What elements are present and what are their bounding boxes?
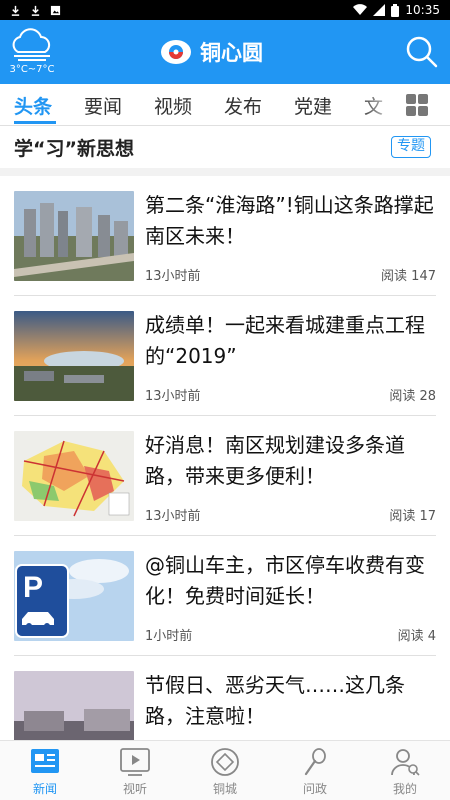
news-read-count: 阅读 28 <box>389 389 436 404</box>
photo-icon <box>50 5 61 15</box>
news-title: 节假日、恶劣天气……这几条路，注意啦！ <box>145 673 405 728</box>
nav-tongcheng[interactable]: 铜城 <box>180 741 270 800</box>
nav-label: 视听 <box>122 782 147 796</box>
channel-menu-button[interactable] <box>406 94 430 118</box>
news-item[interactable]: P @铜山车主，市区停车收费有变化！免费时间延长！ 1小时前 阅读 4 <box>0 536 450 656</box>
svg-text:P: P <box>23 571 43 604</box>
tab-fade <box>360 84 398 125</box>
news-time: 13小时前 <box>145 389 201 404</box>
search-button[interactable] <box>404 34 440 70</box>
cloud-icon <box>12 28 51 61</box>
news-thumbnail <box>14 311 134 401</box>
news-thumbnail <box>14 431 134 521</box>
news-title: @铜山车主，市区停车收费有变化！免费时间延长！ <box>145 553 425 608</box>
news-time: 13小时前 <box>145 509 201 524</box>
topic-badge[interactable]: 专题 <box>391 136 431 158</box>
news-thumbnail: P <box>14 551 134 641</box>
news-item[interactable]: 第二条“淮海路”!铜山这条路撑起南区未来！ 13小时前 阅读 147 <box>0 176 450 296</box>
coin-icon <box>211 748 239 776</box>
news-item[interactable]: 好消息！南区规划建设多条道路，带来更多便利！ 13小时前 阅读 17 <box>0 416 450 536</box>
section-title: 学“习”新思想 <box>14 138 134 160</box>
app-logo: 铜心圆 <box>160 34 263 70</box>
weather-temperature: 3°C~7°C <box>9 64 55 75</box>
video-icon <box>120 748 150 776</box>
download-icon <box>31 5 40 16</box>
nav-label: 问政 <box>302 782 327 796</box>
nav-label: 新闻 <box>32 782 57 796</box>
nav-label: 铜城 <box>212 782 237 796</box>
nav-audio-video[interactable]: 视听 <box>90 741 180 800</box>
app-name: 铜心圆 <box>200 41 263 65</box>
active-tab-indicator <box>14 121 56 124</box>
download-icon <box>11 5 20 16</box>
wifi-icon <box>353 4 368 16</box>
news-time: 13小时前 <box>145 269 201 284</box>
news-title: 成绩单！一起来看城建重点工程的“2019” <box>145 313 425 368</box>
app-header: 3°C~7°C 铜心圆 <box>0 20 450 84</box>
topic-section[interactable]: 学“习”新思想 专题 <box>0 126 450 168</box>
news-title: 第二条“淮海路”!铜山这条路撑起南区未来！ <box>145 193 434 248</box>
category-tabs: 头条 要闻 视频 发布 党建 文 <box>0 84 450 126</box>
weather-widget[interactable]: 3°C~7°C <box>6 28 58 78</box>
search-icon <box>406 36 438 68</box>
microphone-icon <box>304 748 326 776</box>
news-title: 好消息！南区规划建设多条道路，带来更多便利！ <box>145 433 405 488</box>
news-read-count: 阅读 17 <box>389 509 436 524</box>
profile-icon <box>391 749 420 776</box>
news-read-count: 阅读 147 <box>381 269 436 284</box>
nav-news[interactable]: 新闻 <box>0 741 90 800</box>
news-item[interactable]: 成绩单！一起来看城建重点工程的“2019” 13小时前 阅读 28 <box>0 296 450 416</box>
tab-important-news[interactable]: 要闻 <box>84 92 122 119</box>
news-icon <box>31 749 59 773</box>
battery-icon <box>391 3 400 17</box>
signal-icon <box>373 4 386 16</box>
news-read-count: 阅读 4 <box>397 629 436 644</box>
tab-video[interactable]: 视频 <box>154 92 192 119</box>
tab-headlines[interactable]: 头条 <box>14 92 52 119</box>
nav-profile[interactable]: 我的 <box>360 741 450 800</box>
news-thumbnail <box>14 191 134 281</box>
nav-label: 我的 <box>392 782 417 796</box>
status-bar: 10:35 <box>0 0 450 20</box>
tab-release[interactable]: 发布 <box>224 92 262 119</box>
tab-party[interactable]: 党建 <box>294 92 332 119</box>
status-time: 10:35 <box>405 3 440 17</box>
section-divider <box>0 168 450 176</box>
eye-logo-icon <box>161 40 191 64</box>
nav-inquiry[interactable]: 问政 <box>270 741 360 800</box>
bottom-navigation: 新闻 视听 铜城 问政 我的 <box>0 740 450 800</box>
news-time: 1小时前 <box>145 629 193 644</box>
